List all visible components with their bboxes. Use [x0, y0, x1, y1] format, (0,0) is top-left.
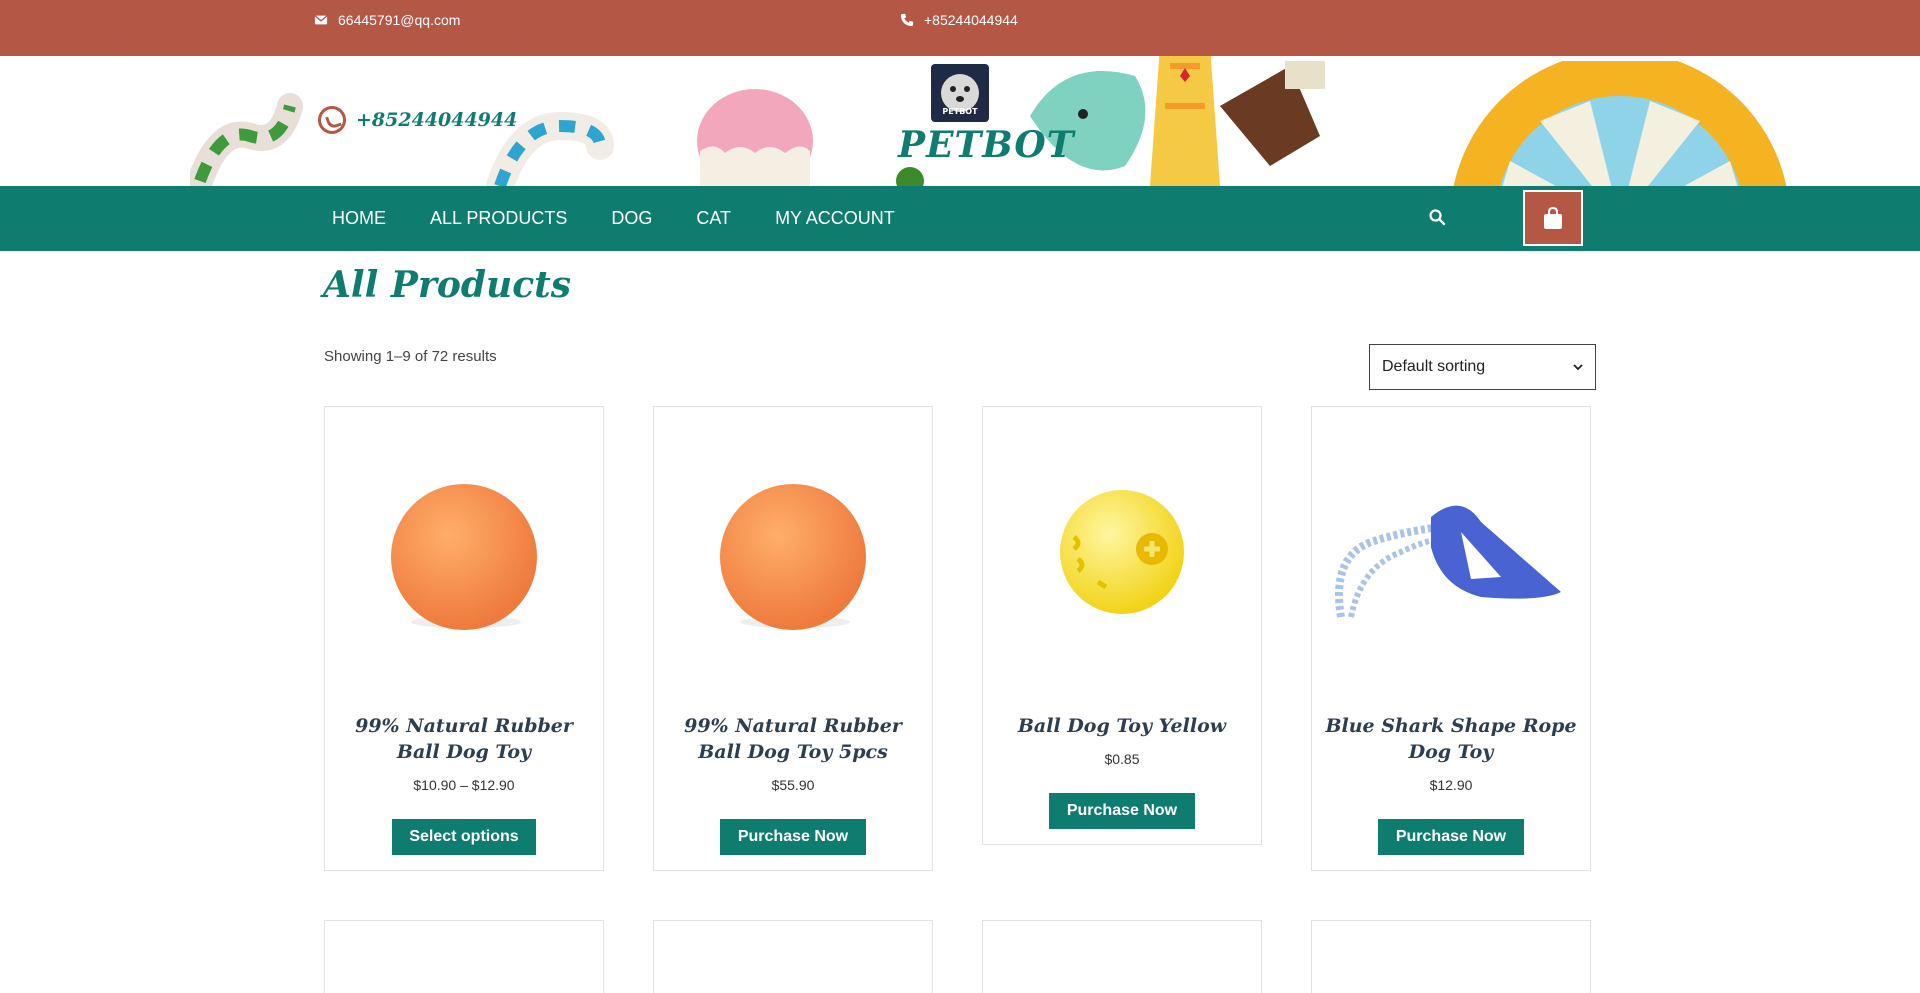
product-price: $10.90 – $12.90: [413, 777, 515, 793]
purchase-now-button[interactable]: Purchase Now: [1378, 819, 1524, 855]
product-image[interactable]: [1312, 407, 1590, 707]
header-phone-text: +85244044944: [356, 109, 518, 131]
product-title[interactable]: Ball Dog Toy Yellow: [983, 713, 1261, 739]
product-card: 99% Natural Rubber Ball Dog Toy 5pcs $55…: [653, 406, 933, 871]
sort-dropdown[interactable]: Default sorting: [1369, 344, 1596, 390]
product-image[interactable]: [654, 407, 932, 707]
site-brand-name[interactable]: PETBOT: [898, 124, 1075, 166]
shark-plush-image: [1030, 71, 1146, 171]
result-count: Showing 1–9 of 72 results: [324, 348, 497, 365]
nav-item-all-products[interactable]: ALL PRODUCTS: [430, 208, 567, 229]
product-image[interactable]: [325, 407, 603, 707]
logo-text: PETBOT: [942, 107, 978, 116]
frisbee-toy-image: [1453, 61, 1787, 186]
yellow-ball-image: [1060, 490, 1184, 614]
product-card: [982, 920, 1262, 993]
nav-menu: HOME ALL PRODUCTS DOG CAT MY ACCOUNT: [332, 186, 895, 251]
product-price: $12.90: [1429, 777, 1473, 793]
pink-plush-toy-image: [697, 89, 813, 186]
topbar-email-text: 66445791@qq.com: [338, 12, 461, 28]
header-whatsapp-phone[interactable]: +85244044944: [318, 106, 517, 134]
product-card: 99% Natural Rubber Ball Dog Toy $10.90 –…: [324, 406, 604, 871]
product-card: Ball Dog Toy Yellow $0.85 Purchase Now: [982, 406, 1262, 845]
envelope-icon: [314, 15, 328, 25]
orange-ball-image: [391, 484, 537, 630]
product-image[interactable]: [983, 407, 1261, 707]
nav-item-cat[interactable]: CAT: [696, 208, 731, 229]
product-card: [1311, 920, 1591, 993]
nav-item-dog[interactable]: DOG: [611, 208, 652, 229]
topbar-email[interactable]: 66445791@qq.com: [314, 12, 460, 28]
product-title[interactable]: Blue Shark Shape Rope Dog Toy: [1312, 713, 1590, 765]
topbar-phone[interactable]: +85244044944: [900, 12, 1018, 28]
select-options-button[interactable]: Select options: [392, 819, 536, 855]
phone-icon: [900, 13, 914, 27]
product-card: [324, 920, 604, 993]
product-price: $55.90: [771, 777, 815, 793]
page-title: All Products: [323, 264, 572, 306]
search-icon[interactable]: [1428, 208, 1446, 226]
cart-button[interactable]: [1523, 190, 1583, 246]
orange-ball-image: [720, 484, 866, 630]
nav-item-home[interactable]: HOME: [332, 208, 386, 229]
main-navigation: HOME ALL PRODUCTS DOG CAT MY ACCOUNT: [0, 186, 1920, 251]
icecream-toy-image: [1150, 56, 1325, 186]
product-card: [653, 920, 933, 993]
purchase-now-button[interactable]: Purchase Now: [720, 819, 866, 855]
chevron-down-icon: [1573, 364, 1583, 371]
product-card: Blue Shark Shape Rope Dog Toy $12.90 Pur…: [1311, 406, 1591, 871]
blue-rope-toy-image: [1335, 505, 1561, 618]
product-title[interactable]: 99% Natural Rubber Ball Dog Toy 5pcs: [654, 713, 932, 765]
product-title[interactable]: 99% Natural Rubber Ball Dog Toy: [325, 713, 603, 765]
green-rope-toy-image: [190, 93, 303, 186]
sort-selected-value: Default sorting: [1382, 358, 1486, 375]
shopping-bag-icon: [1544, 206, 1562, 229]
whatsapp-icon: [318, 106, 346, 134]
topbar-phone-text: +85244044944: [924, 12, 1018, 28]
nav-item-my-account[interactable]: MY ACCOUNT: [775, 208, 895, 229]
blue-rope-toy-image: [486, 111, 614, 186]
purchase-now-button[interactable]: Purchase Now: [1049, 793, 1195, 829]
product-price: $0.85: [1104, 751, 1140, 767]
